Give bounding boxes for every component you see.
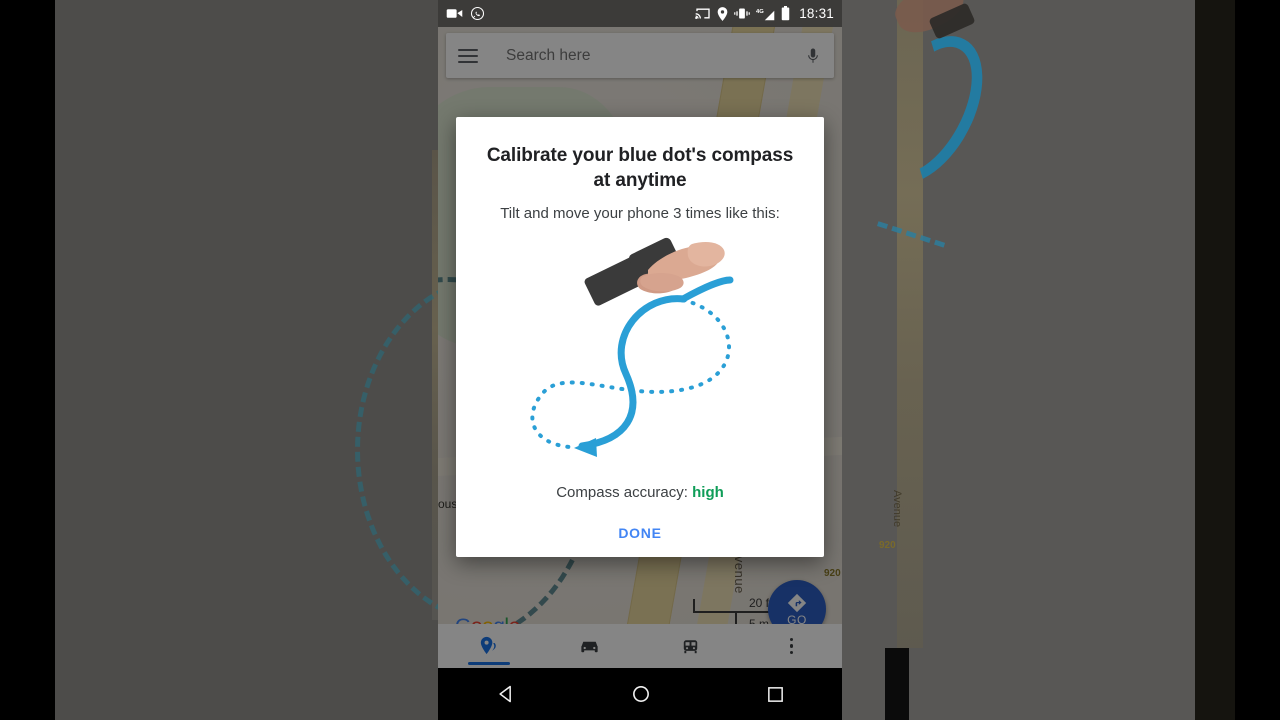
bottom-navigation[interactable] <box>438 624 842 668</box>
phone-screen: ous Avenue 920 20 ft 5 m GO Go <box>438 0 842 720</box>
navigation-arrow-icon <box>787 593 807 612</box>
sidebar-item-transit[interactable] <box>640 624 741 668</box>
backdrop-right-fill <box>1195 0 1235 720</box>
recents-square-icon[interactable] <box>766 685 785 704</box>
cast-icon <box>695 8 710 20</box>
whatsapp-icon <box>470 6 485 21</box>
watermark-letter: G <box>455 615 471 624</box>
done-button[interactable]: DONE <box>456 525 824 541</box>
screen-recorder-icon <box>446 9 463 18</box>
figure-eight-illustration <box>478 228 808 458</box>
home-circle-icon[interactable] <box>631 684 651 704</box>
back-triangle-icon[interactable] <box>496 684 516 704</box>
svg-text:4G: 4G <box>756 8 764 14</box>
status-bar-time: 18:31 <box>799 6 834 21</box>
google-watermark: Google <box>455 615 520 624</box>
go-button-label: GO <box>787 612 807 625</box>
more-vertical-icon <box>789 637 794 655</box>
backdrop-right-dash <box>876 178 960 248</box>
backdrop-right-street-label: Avenue <box>891 490 903 528</box>
search-bar[interactable]: Search here <box>446 33 834 78</box>
signal-4g-icon: 4G <box>756 8 775 20</box>
vibrate-icon <box>734 8 751 19</box>
sidebar-item-driving[interactable] <box>539 624 640 668</box>
android-navigation-bar[interactable] <box>438 668 842 720</box>
car-icon <box>581 641 598 652</box>
sidebar-item-more[interactable] <box>741 624 842 668</box>
scale-metric-label: 5 m <box>749 617 770 624</box>
train-icon <box>683 639 698 653</box>
compass-accuracy-label: Compass accuracy: <box>556 484 688 501</box>
compass-accuracy-row: Compass accuracy: high <box>456 484 824 501</box>
compass-accuracy-value: high <box>692 484 724 501</box>
status-bar-right-icons: 4G 18:31 <box>695 6 834 21</box>
location-pin-icon <box>480 636 496 654</box>
motion-path-solid <box>578 295 688 450</box>
map-road-number: 920 <box>824 568 841 579</box>
location-pin-icon <box>717 6 728 21</box>
microphone-icon[interactable] <box>804 45 822 67</box>
watermark-letter: g <box>493 615 505 624</box>
backdrop-right-curve <box>848 17 1006 203</box>
watermark-letter: e <box>509 615 521 624</box>
motion-arrowhead <box>574 438 597 457</box>
sidebar-item-explore[interactable] <box>438 624 539 668</box>
video-player-stage: ous Avenue 920 ous Avenue 920 <box>0 0 1280 720</box>
backdrop-right-road-number: 920 <box>879 540 896 551</box>
active-tab-indicator <box>467 662 510 665</box>
dialog-title: Calibrate your blue dot's compass at any… <box>486 145 794 191</box>
backdrop-bottom-black <box>885 648 909 720</box>
dialog-subtitle: Tilt and move your phone 3 times like th… <box>500 205 780 222</box>
hamburger-icon[interactable] <box>458 45 478 67</box>
watermark-letter: o <box>471 615 483 624</box>
motion-path-solid-top <box>679 276 734 303</box>
watermark-letter: o <box>482 615 494 624</box>
status-bar: 4G 18:31 <box>438 0 842 27</box>
figure-eight-motion-svg <box>530 237 734 457</box>
compass-calibration-dialog: Calibrate your blue dot's compass at any… <box>456 117 824 557</box>
status-bar-left-icons <box>446 6 485 21</box>
search-input[interactable]: Search here <box>506 47 804 65</box>
map-partial-place-label: ous <box>438 497 458 511</box>
battery-icon <box>781 6 790 21</box>
scale-tick-left <box>693 599 695 613</box>
scale-tick-right <box>735 611 737 624</box>
